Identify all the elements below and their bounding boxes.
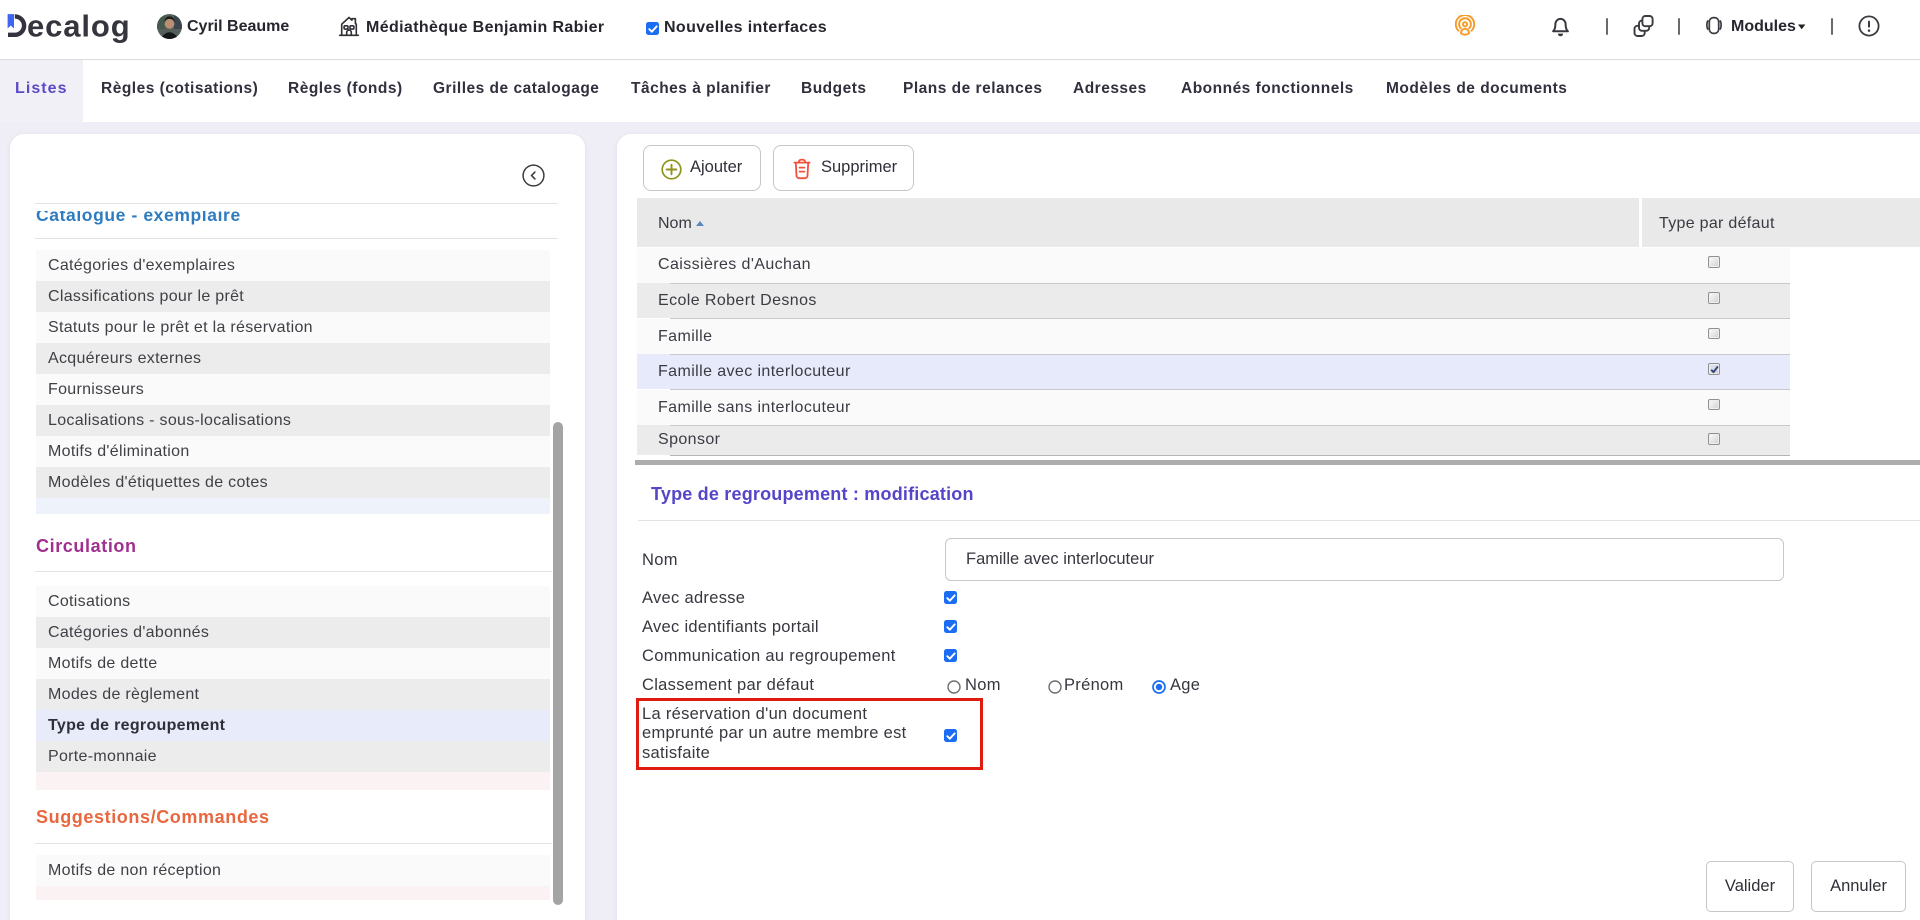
svg-text:ecalog: ecalog xyxy=(27,9,131,44)
